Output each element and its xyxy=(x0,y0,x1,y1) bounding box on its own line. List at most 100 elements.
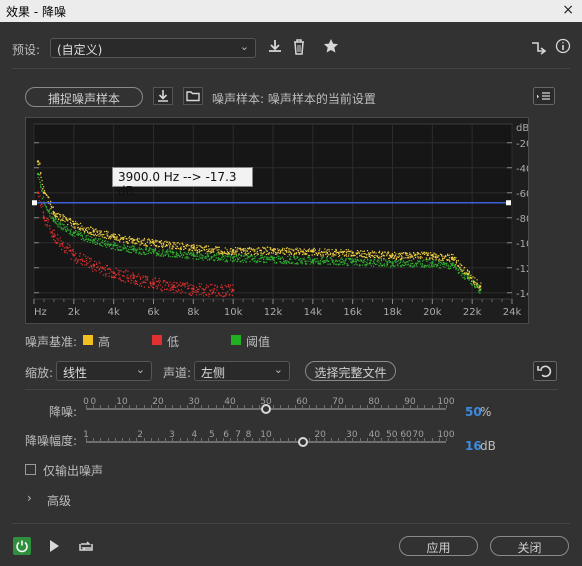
series-dot xyxy=(127,279,129,281)
series-dot xyxy=(380,255,383,257)
data-point xyxy=(52,219,56,222)
series-dot xyxy=(235,256,237,258)
series-dot xyxy=(214,248,216,250)
series-dot xyxy=(330,258,332,260)
x-tick-label: 24k xyxy=(503,307,522,318)
series-dot xyxy=(78,230,80,233)
series-dot xyxy=(99,244,101,246)
series-dot xyxy=(110,234,113,236)
series-dot xyxy=(126,238,128,240)
series-dot xyxy=(116,237,118,239)
series-dot xyxy=(363,252,365,255)
reset-icon[interactable] xyxy=(533,361,557,385)
series-dot xyxy=(271,256,273,258)
series-dot xyxy=(116,236,118,238)
series-dot xyxy=(421,260,424,262)
slider-minor-tick xyxy=(431,405,433,408)
info-icon[interactable] xyxy=(555,38,571,58)
advanced-toggle[interactable]: 高级 xyxy=(47,492,71,509)
series-dot xyxy=(244,253,246,255)
chevron-right-icon[interactable]: › xyxy=(27,491,32,505)
series-dot xyxy=(397,256,400,258)
close-icon[interactable]: × xyxy=(562,2,574,18)
data-point xyxy=(311,259,315,262)
series-dot xyxy=(50,232,52,234)
series-dot xyxy=(239,260,242,263)
series-dot xyxy=(61,244,64,246)
capture-noise-print-button[interactable]: 捕捉噪声样本 xyxy=(25,87,143,107)
series-dot xyxy=(244,258,246,260)
slider-knob[interactable] xyxy=(297,437,308,447)
preset-value: (自定义) xyxy=(57,43,103,57)
loop-icon[interactable] xyxy=(78,538,94,558)
series-dot xyxy=(394,255,397,257)
series-dot xyxy=(144,243,147,245)
series-dot xyxy=(451,258,453,260)
series-dot xyxy=(94,269,96,271)
output-noise-only-checkbox[interactable] xyxy=(25,464,36,475)
series-dot xyxy=(60,227,63,229)
channel-dropdown[interactable]: 左侧 ⌄ xyxy=(194,361,290,381)
x-tick-label: 14k xyxy=(304,307,323,318)
series-dot xyxy=(97,234,99,236)
series-dot xyxy=(350,258,352,261)
series-dot xyxy=(408,257,410,259)
play-icon[interactable] xyxy=(48,539,60,557)
series-dot xyxy=(236,249,238,251)
series-dot xyxy=(96,242,98,244)
series-dot xyxy=(453,264,456,266)
preset-dropdown[interactable]: (自定义) ⌄ xyxy=(50,38,256,58)
save-preset-icon[interactable] xyxy=(267,38,283,58)
series-dot xyxy=(170,287,172,289)
series-dot xyxy=(148,287,150,289)
reduce-by-slider[interactable]: 1 2 3 4 5 6 7 8 10 20 30 40 50 60 70 100 xyxy=(83,430,455,460)
series-dot xyxy=(329,257,331,259)
series-dot xyxy=(108,237,110,240)
series-dot xyxy=(383,255,386,257)
open-noise-print-icon[interactable] xyxy=(183,87,203,109)
series-dot xyxy=(185,247,187,249)
series-dot xyxy=(457,269,459,271)
slider-knob[interactable] xyxy=(261,404,271,414)
star-icon[interactable] xyxy=(323,38,339,58)
routing-icon[interactable] xyxy=(531,39,547,59)
select-whole-file-button[interactable]: 选择完整文件 xyxy=(305,361,396,381)
x-tick-label: 6k xyxy=(147,307,159,318)
series-dot xyxy=(52,239,55,241)
close-button[interactable]: 关闭 xyxy=(490,536,569,556)
data-point xyxy=(192,254,195,257)
noise-graph[interactable]: Hz2k4k6k8k10k12k14k16k18k20k22k24kdB-20-… xyxy=(25,117,529,324)
series-dot xyxy=(105,275,107,277)
menu-icon[interactable] xyxy=(533,87,555,109)
power-icon[interactable] xyxy=(13,537,31,559)
series-dot xyxy=(401,264,404,266)
series-dot xyxy=(440,267,442,269)
series-dot xyxy=(189,292,191,294)
data-point xyxy=(112,271,115,274)
series-dot xyxy=(86,229,88,232)
series-dot xyxy=(222,292,224,294)
series-dot xyxy=(249,251,251,253)
series-dot xyxy=(385,260,387,262)
apply-button[interactable]: 应用 xyxy=(399,536,478,556)
save-noise-print-icon[interactable] xyxy=(153,87,173,109)
series-dot xyxy=(379,256,381,258)
series-dot xyxy=(155,252,157,254)
series-dot xyxy=(211,293,213,295)
delete-preset-icon[interactable] xyxy=(291,38,307,59)
data-point xyxy=(152,250,155,253)
series-dot xyxy=(468,270,470,273)
series-dot xyxy=(373,261,375,263)
series-dot xyxy=(407,261,409,263)
series-dot xyxy=(279,261,281,263)
slider-minor-tick xyxy=(381,438,383,441)
series-dot xyxy=(214,259,216,261)
series-dot xyxy=(136,237,139,239)
series-dot xyxy=(279,257,281,259)
noise-reduction-slider[interactable]: 0 0 10 20 30 40 50 60 70 80 90 100 xyxy=(83,397,455,427)
slider-track[interactable] xyxy=(86,441,446,443)
series-dot xyxy=(140,241,142,243)
scale-dropdown[interactable]: 线性 ⌄ xyxy=(56,361,152,381)
series-dot xyxy=(318,250,320,252)
data-point xyxy=(36,172,40,176)
